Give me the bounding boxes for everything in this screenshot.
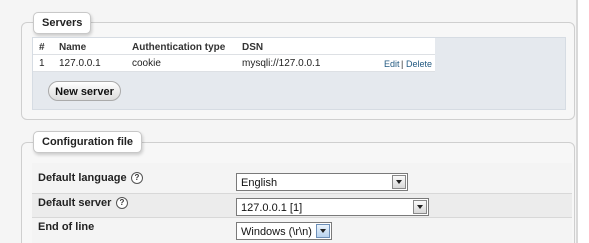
column-header-name: Name: [59, 42, 87, 53]
chevron-down-icon: [413, 200, 427, 214]
column-header-dsn: DSN: [242, 42, 264, 53]
column-header-index: #: [39, 42, 45, 53]
delete-server-link[interactable]: Delete: [406, 59, 432, 69]
server-index: 1: [39, 58, 45, 69]
default-language-value: English: [241, 177, 278, 189]
config-row-divider: [32, 193, 572, 194]
server-name: 127.0.0.1: [59, 58, 101, 69]
server-auth-type: cookie: [132, 58, 161, 69]
setup-page: Servers # Name Authentication type DSN 1…: [0, 0, 589, 243]
default-server-value: 127.0.0.1 [1]: [241, 202, 303, 214]
default-language-label: Default language: [38, 172, 127, 184]
table-header-divider: [33, 54, 435, 55]
column-header-auth-type: Authentication type: [132, 42, 226, 53]
server-dsn: mysqli://127.0.0.1: [242, 58, 321, 69]
default-server-label: Default server: [38, 197, 112, 209]
default-server-select[interactable]: 127.0.0.1 [1]: [236, 198, 429, 216]
link-separator: |: [401, 59, 404, 69]
chevron-down-icon: [316, 224, 330, 238]
config-legend: Configuration file: [33, 131, 143, 153]
servers-legend: Servers: [33, 12, 92, 34]
new-server-button[interactable]: New server: [48, 81, 121, 101]
default-language-select[interactable]: English: [236, 173, 408, 191]
end-of-line-value: Windows (\r\n): [241, 226, 312, 238]
help-icon[interactable]: ?: [131, 172, 143, 184]
help-icon[interactable]: ?: [116, 197, 128, 209]
edit-server-link[interactable]: Edit: [384, 59, 400, 69]
end-of-line-select[interactable]: Windows (\r\n): [236, 222, 332, 240]
end-of-line-label: End of line: [38, 221, 95, 233]
table-row-divider: [33, 71, 435, 72]
page-edge: [578, 0, 589, 243]
chevron-down-icon: [392, 175, 406, 189]
config-row-divider: [32, 217, 572, 218]
